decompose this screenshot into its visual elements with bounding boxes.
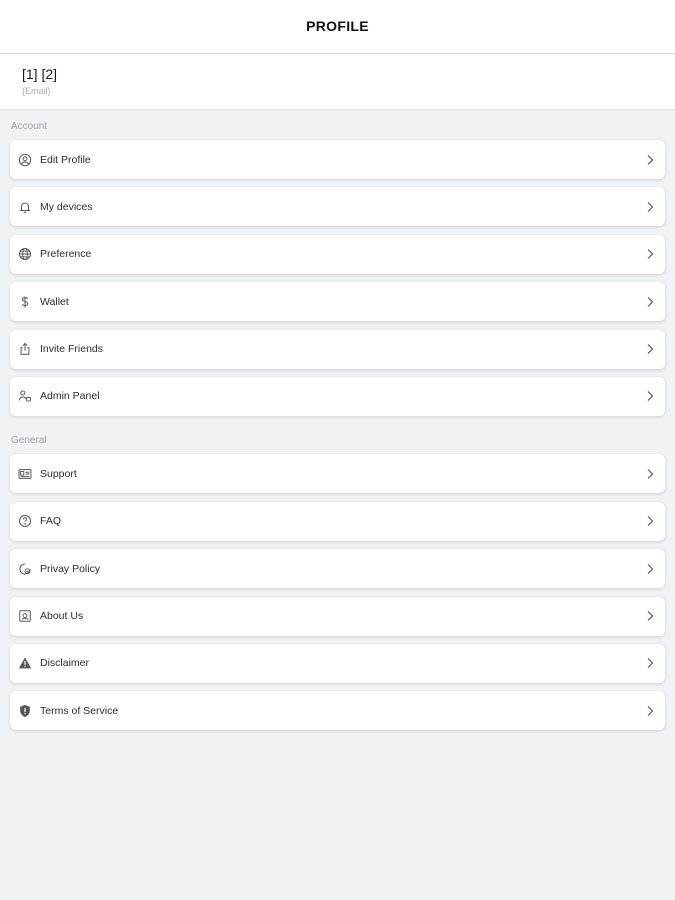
user-circle-icon (18, 153, 32, 167)
globe-icon (18, 247, 32, 261)
page-title: PROFILE (306, 17, 369, 34)
menu-item-support[interactable]: Support (10, 454, 665, 494)
menu-item-label: Admin Panel (40, 390, 100, 403)
menu-item-label: Invite Friends (40, 343, 104, 356)
menu-item-label: About Us (40, 610, 84, 623)
section-title-account: Account (11, 121, 48, 132)
dollar-icon (18, 295, 32, 309)
chevron-right-icon (645, 514, 655, 528)
menu-item-label: My devices (40, 200, 93, 213)
chevron-right-icon (645, 467, 655, 481)
menu-item-edit-profile[interactable]: Edit Profile (10, 140, 665, 179)
menu-item-preference[interactable]: Preference (10, 234, 665, 274)
chevron-right-icon (645, 295, 655, 309)
menu-item-label: Wallet (40, 295, 69, 308)
section-title-general: General (11, 435, 47, 447)
menu-item-label: FAQ (40, 515, 62, 528)
menu-item-about-us[interactable]: About Us (10, 596, 665, 636)
menu-item-terms-of-service[interactable]: Terms of Service (10, 691, 665, 731)
privacy-icon (18, 562, 32, 576)
user-card: [1] [2] {Email} (0, 54, 675, 110)
settings-sections: Account Edit Profile My devices Preference W… (0, 110, 675, 731)
share-icon (18, 342, 32, 356)
chevron-right-icon (645, 704, 655, 718)
chevron-right-icon (645, 609, 655, 623)
chevron-right-icon (645, 153, 655, 167)
user-name: [1] [2] (22, 66, 58, 82)
warning-icon (18, 656, 32, 670)
menu-item-invite-friends[interactable]: Invite Friends (10, 329, 665, 369)
chevron-right-icon (645, 656, 655, 670)
menu-item-label: Privay Policy (40, 562, 101, 575)
chevron-right-icon (645, 200, 655, 214)
menu-item-label: Support (40, 467, 77, 480)
chevron-right-icon (645, 389, 655, 403)
menu-item-label: Terms of Service (40, 704, 119, 717)
menu-item-faq[interactable]: FAQ (10, 501, 665, 541)
menu-item-label: Edit Profile (40, 153, 91, 166)
question-circle-icon (18, 514, 32, 528)
menu-item-disclaimer[interactable]: Disclaimer (10, 643, 665, 683)
bell-icon (18, 200, 32, 214)
menu-item-label: Disclaimer (40, 657, 90, 670)
menu-item-label: Preference (40, 248, 92, 261)
menu-item-privay-policy[interactable]: Privay Policy (10, 549, 665, 589)
user-email: {Email} (22, 86, 51, 96)
menu-item-my-devices[interactable]: My devices (10, 187, 665, 227)
id-card-icon (18, 467, 32, 481)
menu-item-wallet[interactable]: Wallet (10, 282, 665, 322)
chevron-right-icon (645, 342, 655, 356)
chevron-right-icon (645, 247, 655, 261)
shield-icon (18, 704, 32, 718)
app-header: PROFILE (0, 0, 675, 54)
chevron-right-icon (645, 562, 655, 576)
admin-user-icon (18, 389, 32, 403)
menu-list-account: Edit Profile My devices Preference Wallet In… (0, 140, 675, 416)
menu-list-general: Support FAQ Privay Policy About Us Disclaime… (0, 454, 675, 731)
info-box-icon (18, 609, 32, 623)
menu-item-admin-panel[interactable]: Admin Panel (10, 376, 665, 416)
